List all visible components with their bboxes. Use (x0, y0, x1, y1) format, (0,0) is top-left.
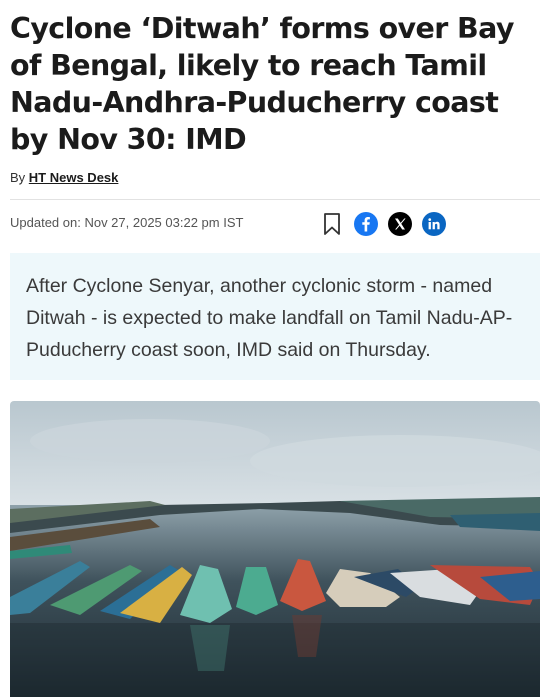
x-icon[interactable] (388, 212, 412, 236)
linkedin-icon[interactable] (422, 212, 446, 236)
bookmark-icon[interactable] (320, 212, 344, 236)
byline-prefix: By (10, 170, 26, 185)
byline: By HT News Desk (10, 170, 118, 185)
share-bar (320, 211, 446, 237)
facebook-icon[interactable] (354, 212, 378, 236)
article-summary: After Cyclone Senyar, another cyclonic s… (10, 253, 540, 380)
divider (10, 199, 540, 200)
author-link[interactable]: HT News Desk (29, 170, 119, 185)
article-photo[interactable] (10, 401, 540, 697)
article-page: Cyclone ‘Ditwah’ forms over Bay of Benga… (0, 0, 550, 697)
updated-timestamp: Updated on: Nov 27, 2025 03:22 pm IST (10, 215, 244, 230)
article-headline: Cyclone ‘Ditwah’ forms over Bay of Benga… (10, 12, 515, 156)
